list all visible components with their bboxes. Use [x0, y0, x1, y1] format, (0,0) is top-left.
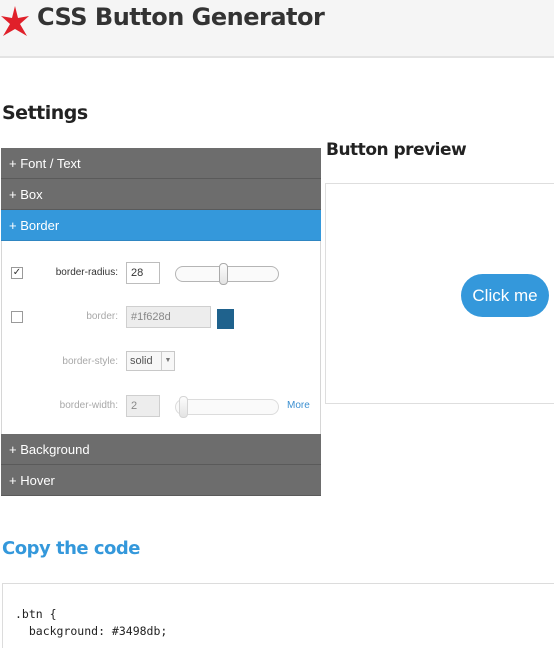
border-style-select[interactable]: solid ▼ — [126, 351, 175, 371]
border-style-label: border-style: — [62, 356, 118, 367]
code-line: .btn { — [15, 607, 57, 621]
border-width-label: border-width: — [59, 400, 118, 411]
border-color-swatch[interactable] — [217, 309, 234, 329]
copy-code-title: Copy the code — [2, 538, 140, 559]
chevron-down-icon: ▼ — [161, 352, 174, 370]
border-width-slider-thumb[interactable] — [179, 396, 188, 418]
border-style-row: border-style: solid ▼ — [2, 350, 320, 376]
settings-panel: + Font / Text + Box + Border ✓ border-ra… — [1, 148, 321, 496]
border-label: border: — [86, 311, 118, 322]
border-checkbox[interactable] — [11, 311, 23, 323]
border-radius-slider-thumb[interactable] — [219, 263, 228, 285]
app-title: CSS Button Generator — [37, 3, 325, 31]
preview-title: Button preview — [326, 140, 467, 160]
border-radius-label: border-radius: — [55, 267, 118, 278]
code-line: background: #3498db; — [15, 624, 168, 638]
preview-button[interactable]: Click me — [461, 274, 549, 317]
border-width-row: border-width: 2 More — [2, 394, 320, 420]
code-box[interactable]: .btn { background: #3498db; — [2, 583, 554, 648]
section-box[interactable]: + Box — [1, 179, 321, 210]
border-radius-checkbox[interactable]: ✓ — [11, 267, 23, 279]
more-link[interactable]: More — [287, 400, 310, 411]
border-width-slider[interactable] — [175, 396, 279, 418]
section-background[interactable]: + Background — [1, 434, 321, 465]
border-radius-row: ✓ border-radius: 28 — [2, 261, 320, 287]
border-row: border: #1f628d — [2, 305, 320, 331]
section-font-text[interactable]: + Font / Text — [1, 148, 321, 179]
settings-title: Settings — [2, 102, 88, 124]
border-style-value: solid — [130, 355, 153, 367]
border-settings-body: ✓ border-radius: 28 border: #1f628d bord… — [1, 241, 321, 434]
section-hover[interactable]: + Hover — [1, 465, 321, 496]
border-color-input[interactable]: #1f628d — [126, 306, 211, 328]
star-logo-icon — [1, 6, 29, 36]
border-radius-slider[interactable] — [175, 263, 279, 285]
section-border[interactable]: + Border — [1, 210, 321, 241]
app-header: CSS Button Generator — [0, 0, 554, 58]
border-width-input[interactable]: 2 — [126, 395, 160, 417]
border-radius-input[interactable]: 28 — [126, 262, 160, 284]
